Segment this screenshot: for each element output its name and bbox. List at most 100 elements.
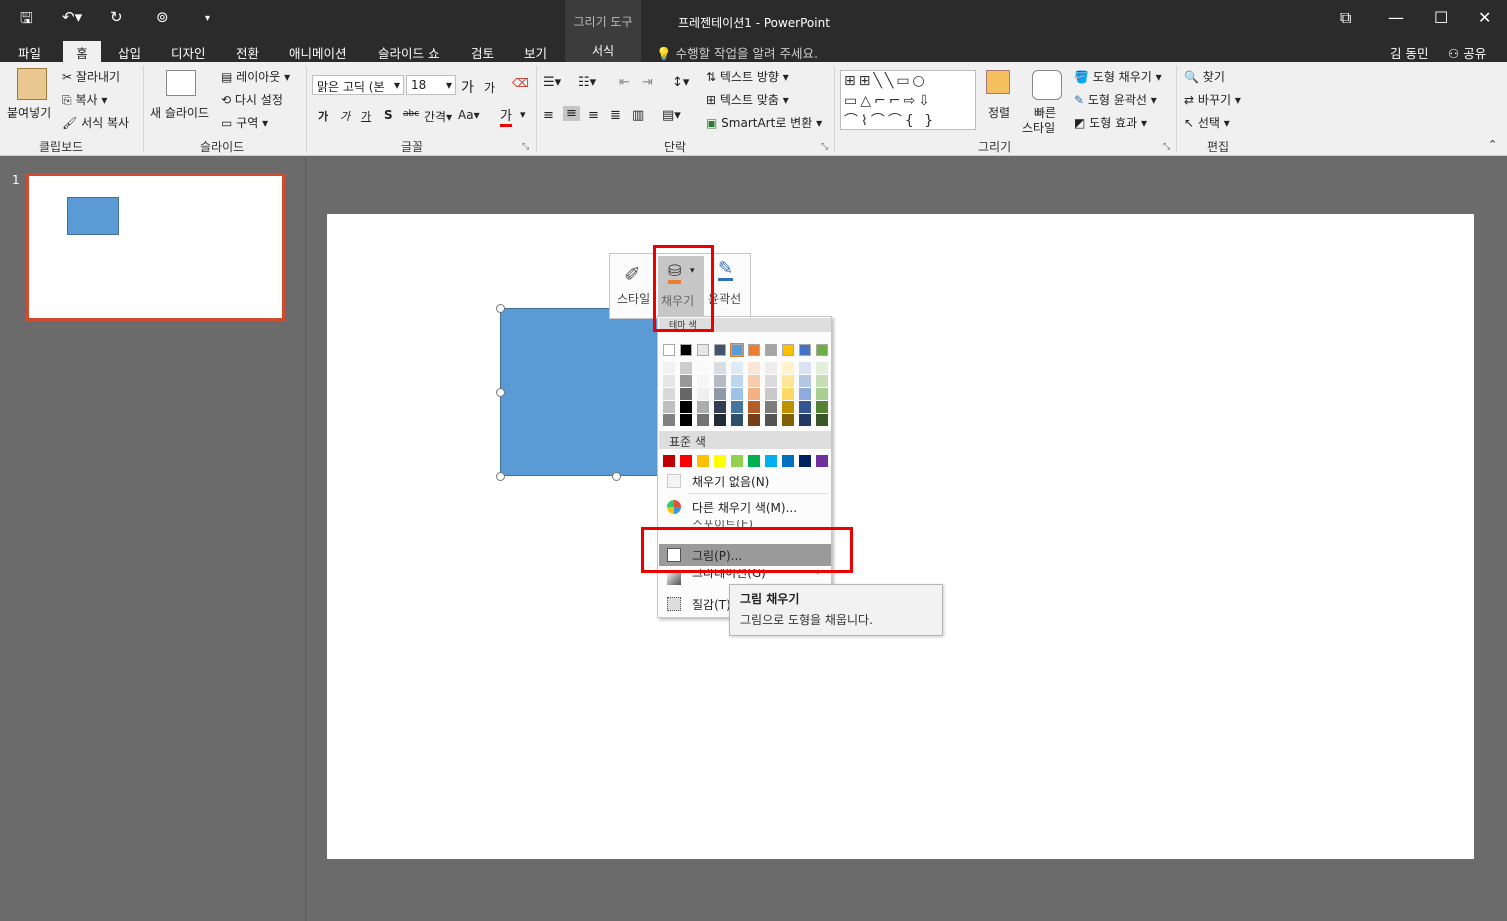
minimize-icon[interactable]: —	[1388, 8, 1404, 27]
theme-color-shade-swatch[interactable]	[731, 401, 743, 413]
tell-me-search[interactable]: 💡 수행할 작업을 알려 주세요.	[656, 41, 818, 62]
font-color-button[interactable]: 가	[500, 105, 512, 127]
standard-color-swatch[interactable]	[816, 455, 828, 467]
theme-color-shade-swatch[interactable]	[697, 362, 709, 374]
no-fill-item[interactable]: 채우기 없음(N)	[659, 470, 831, 492]
theme-color-shade-swatch[interactable]	[816, 388, 828, 400]
theme-color-shade-swatch[interactable]	[680, 414, 692, 426]
increase-indent-icon[interactable]: ⇥	[642, 75, 653, 90]
redo-icon[interactable]: ↻	[110, 8, 123, 26]
theme-color-shade-swatch[interactable]	[816, 362, 828, 374]
standard-color-swatch[interactable]	[680, 455, 692, 467]
theme-color-shade-swatch[interactable]	[748, 401, 760, 413]
theme-color-swatch[interactable]	[680, 344, 692, 356]
standard-color-swatch[interactable]	[714, 455, 726, 467]
theme-color-swatch[interactable]	[816, 344, 828, 356]
underline-button[interactable]: 가	[361, 108, 371, 124]
theme-color-shade-swatch[interactable]	[799, 401, 811, 413]
theme-color-shade-swatch[interactable]	[680, 362, 692, 374]
tab-animations[interactable]: 애니메이션	[289, 41, 347, 62]
theme-color-shade-swatch[interactable]	[714, 414, 726, 426]
theme-color-swatch[interactable]	[765, 344, 777, 356]
text-direction-button[interactable]: ⇅ 텍스트 방향 ▾	[706, 68, 789, 85]
theme-color-shade-swatch[interactable]	[731, 414, 743, 426]
theme-color-shade-swatch[interactable]	[663, 375, 675, 387]
theme-color-shade-swatch[interactable]	[799, 388, 811, 400]
dialog-launcher-icon[interactable]: ⤡	[1163, 142, 1170, 152]
columns-icon[interactable]: ▤▾	[662, 108, 681, 123]
line-spacing-icon[interactable]: ↕▾	[672, 75, 689, 90]
theme-color-shade-swatch[interactable]	[816, 414, 828, 426]
share-button[interactable]: ⚇ 공유	[1448, 41, 1486, 62]
clear-formatting-icon[interactable]: ⌫	[512, 76, 529, 90]
outline-pen-icon[interactable]: ✎	[718, 260, 734, 281]
paste-button[interactable]: 붙여넣기	[7, 104, 51, 121]
quick-styles-icon[interactable]	[1032, 70, 1062, 100]
ribbon-display-icon[interactable]: ⧉	[1340, 8, 1351, 28]
user-name[interactable]: 김 동민	[1390, 41, 1428, 62]
theme-color-shade-swatch[interactable]	[697, 401, 709, 413]
tab-home[interactable]: 홈	[63, 41, 101, 62]
theme-color-shade-swatch[interactable]	[782, 401, 794, 413]
quick-styles-label-2[interactable]: 스타일	[1022, 119, 1055, 136]
align-right-icon[interactable]: ≡	[588, 108, 599, 123]
cut-button[interactable]: ✂ 잘라내기	[62, 68, 120, 85]
grow-font-button[interactable]: 가	[461, 77, 474, 97]
standard-color-swatch[interactable]	[663, 455, 675, 467]
decrease-indent-icon[interactable]: ⇤	[619, 75, 630, 90]
reset-button[interactable]: ⟲ 다시 설정	[221, 91, 283, 108]
theme-color-shade-swatch[interactable]	[714, 388, 726, 400]
theme-color-shade-swatch[interactable]	[680, 401, 692, 413]
justify-icon[interactable]: ≣	[610, 108, 621, 123]
font-size-combo[interactable]: 18 ▾	[406, 75, 456, 95]
theme-color-shade-swatch[interactable]	[782, 414, 794, 426]
theme-color-shade-swatch[interactable]	[816, 401, 828, 413]
style-button[interactable]: 스타일	[617, 290, 650, 307]
tab-format[interactable]: 서식	[565, 38, 641, 62]
standard-color-swatch[interactable]	[765, 455, 777, 467]
theme-color-shade-swatch[interactable]	[765, 414, 777, 426]
theme-color-swatch[interactable]	[697, 344, 709, 356]
theme-color-swatch[interactable]	[714, 344, 726, 356]
shape-effects-button[interactable]: ◩ 도형 효과 ▾	[1074, 114, 1147, 131]
theme-color-shade-swatch[interactable]	[748, 388, 760, 400]
new-slide-icon[interactable]	[166, 70, 196, 96]
section-button[interactable]: ▭ 구역 ▾	[221, 114, 268, 131]
theme-color-shade-swatch[interactable]	[765, 401, 777, 413]
new-slide-button[interactable]: 새 슬라이드	[150, 104, 209, 121]
theme-color-shade-swatch[interactable]	[663, 414, 675, 426]
tab-review[interactable]: 검토	[471, 41, 494, 62]
resize-handle[interactable]	[496, 388, 505, 397]
theme-color-shade-swatch[interactable]	[714, 362, 726, 374]
chevron-down-icon[interactable]: ▾	[520, 108, 526, 121]
copy-button[interactable]: ⎘ 복사 ▾	[62, 91, 107, 108]
theme-color-shade-swatch[interactable]	[765, 388, 777, 400]
theme-color-shade-swatch[interactable]	[731, 362, 743, 374]
undo-icon[interactable]: ↶▾	[62, 8, 82, 26]
slide-thumbnail[interactable]	[26, 173, 285, 321]
smartart-button[interactable]: ▣ SmartArt로 변환 ▾	[706, 114, 822, 131]
theme-color-shade-swatch[interactable]	[799, 362, 811, 374]
font-name-combo[interactable]: 맑은 고딕 (본 ▾	[312, 75, 404, 95]
theme-color-shade-swatch[interactable]	[697, 414, 709, 426]
select-button[interactable]: ↖ 선택 ▾	[1184, 114, 1230, 131]
theme-color-swatch[interactable]	[748, 344, 760, 356]
tab-design[interactable]: 디자인	[171, 41, 206, 62]
resize-handle[interactable]	[496, 472, 505, 481]
shadow-button[interactable]: S	[384, 108, 393, 122]
strikethrough-button[interactable]: abc	[403, 109, 419, 119]
tab-slideshow[interactable]: 슬라이드 쇼	[378, 41, 439, 62]
italic-button[interactable]: 가	[340, 108, 350, 124]
tab-file[interactable]: 파일	[18, 41, 41, 62]
bullets-icon[interactable]: ☰▾	[543, 75, 561, 90]
theme-color-shade-swatch[interactable]	[680, 375, 692, 387]
dialog-launcher-icon[interactable]: ⤡	[821, 142, 828, 152]
arrange-button[interactable]: 정렬	[988, 104, 1010, 121]
theme-color-shade-swatch[interactable]	[765, 362, 777, 374]
standard-color-swatch[interactable]	[731, 455, 743, 467]
theme-color-swatch[interactable]	[782, 344, 794, 356]
theme-color-shade-swatch[interactable]	[697, 375, 709, 387]
theme-color-shade-swatch[interactable]	[731, 388, 743, 400]
theme-color-swatch[interactable]	[730, 343, 744, 357]
dialog-launcher-icon[interactable]: ⤡	[522, 142, 529, 152]
